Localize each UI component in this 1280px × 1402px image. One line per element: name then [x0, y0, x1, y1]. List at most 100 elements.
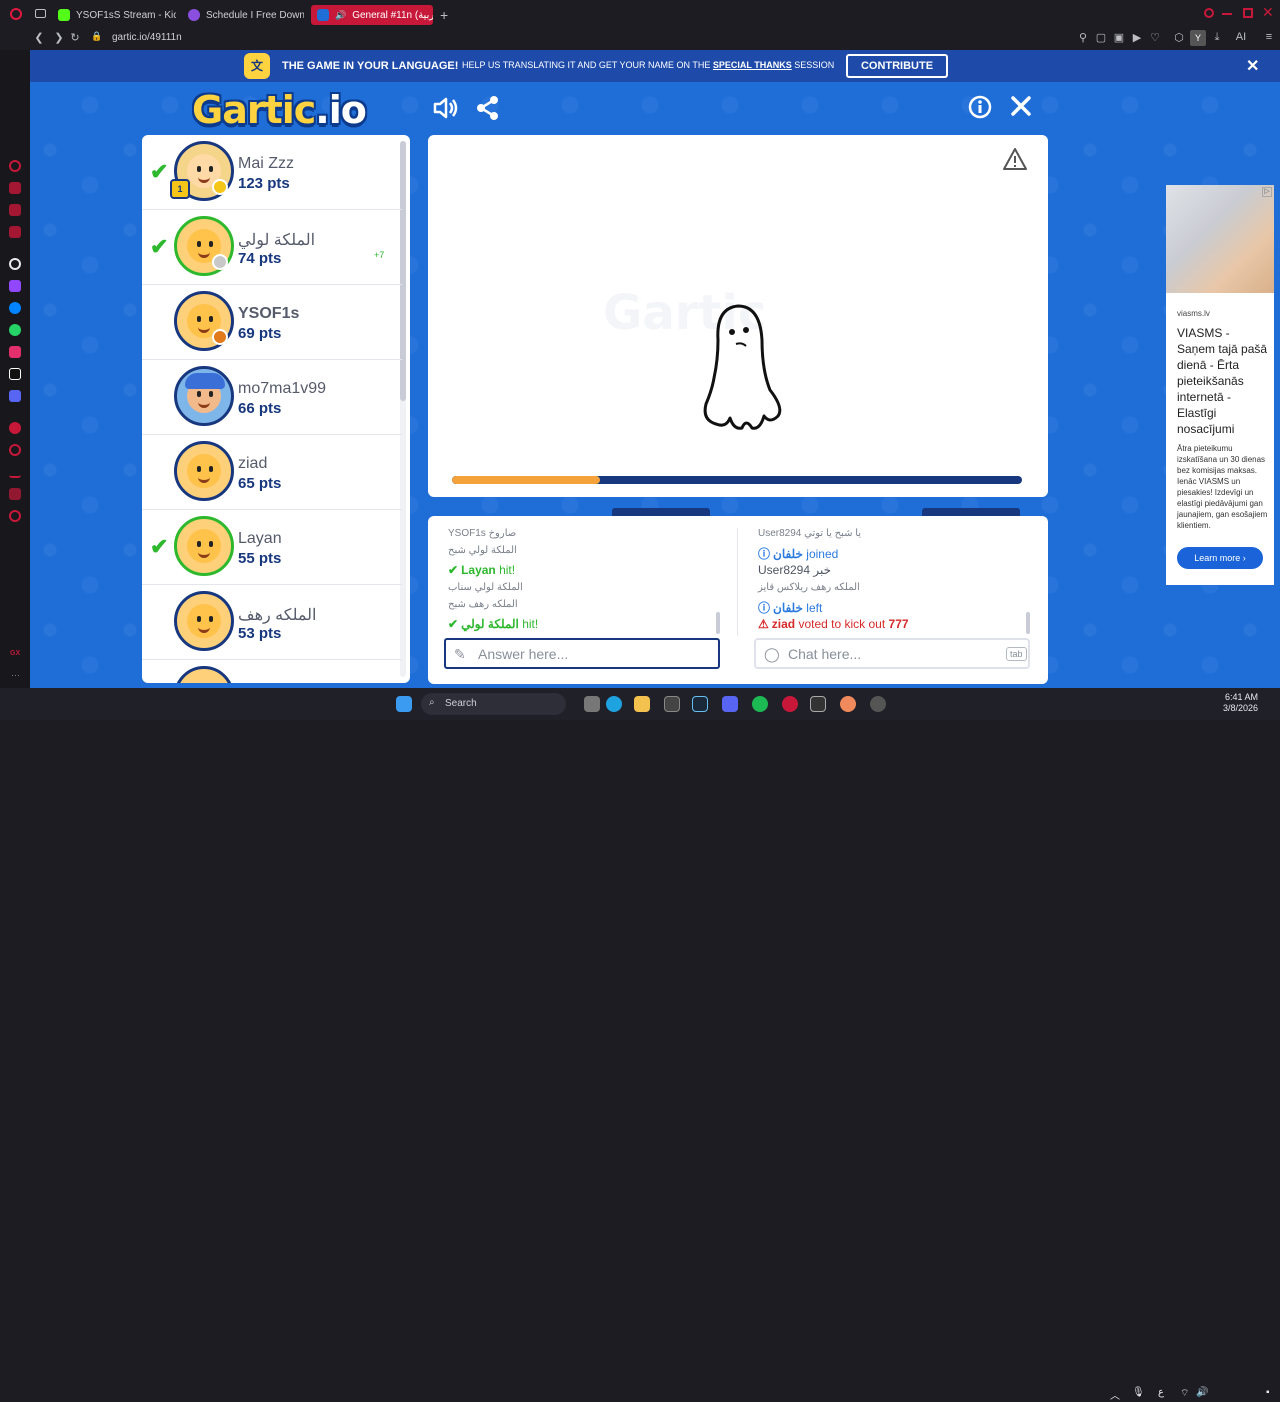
messenger-icon[interactable] [9, 302, 21, 314]
tab-schedule[interactable]: Schedule I Free Download [188, 6, 304, 24]
language-indicator[interactable]: ع [1158, 1387, 1164, 1398]
browser-tab-bar: YSOF1sS Stream - Kick Da Schedule I Free… [0, 0, 1280, 28]
snapshot-icon[interactable]: ▢ [1094, 31, 1108, 44]
special-thanks-link[interactable]: SPECIAL THANKS [713, 60, 792, 70]
profile-icon[interactable]: Y [1190, 30, 1206, 46]
obs-icon[interactable] [870, 696, 886, 712]
player-row[interactable]: ziad 65 pts [142, 435, 402, 510]
gx-corner-icon[interactable] [9, 204, 21, 216]
close-window-icon[interactable]: ✕ [1262, 4, 1274, 21]
chatgpt-icon[interactable] [9, 258, 21, 270]
download-icon[interactable]: ⤓ [1210, 31, 1224, 44]
contribute-button[interactable]: CONTRIBUTE [846, 54, 948, 78]
whatsapp-icon[interactable] [9, 324, 21, 336]
players-list: ✔ 1 Mai Zzz 123 pts ✔ الملكة لولي 74 pts… [142, 135, 410, 683]
maximize-icon[interactable] [1243, 8, 1253, 18]
chat-scroll-thumb[interactable] [1026, 612, 1030, 634]
back-icon[interactable]: ❮ [32, 31, 46, 44]
forward-icon[interactable]: ❯ [52, 31, 66, 44]
spotify-icon[interactable] [752, 696, 768, 712]
player-row-partial[interactable] [142, 660, 402, 683]
gx-control-icon[interactable] [9, 182, 21, 194]
extensions-sidebar-icon[interactable] [9, 488, 21, 500]
player-row[interactable]: الملكه رهف 53 pts [142, 585, 402, 660]
discord-taskbar-icon[interactable] [722, 696, 738, 712]
gartic-game: 文 THE GAME IN YOUR LANGUAGE! HELP US TRA… [30, 50, 1280, 688]
mic-icon[interactable]: 🎙 [1132, 1387, 1145, 1398]
side-ad[interactable]: ▷ viasms.lv VIASMS - Saņem tajā pašā die… [1166, 185, 1274, 585]
workspace-icon[interactable] [35, 9, 46, 18]
opera-logo-icon[interactable] [10, 8, 22, 20]
avatar [174, 366, 234, 426]
banner-close-icon[interactable]: ✕ [1246, 56, 1259, 76]
start-icon[interactable] [396, 696, 412, 712]
opera-gx-taskbar-icon[interactable] [782, 696, 798, 712]
pin-icon[interactable]: ⚲ [1076, 31, 1090, 44]
system-clock[interactable]: 6:41 AM 3/8/2026 [1218, 692, 1258, 714]
clock-time: 6:41 AM [1224, 692, 1258, 702]
task-view-icon[interactable] [584, 696, 600, 712]
player-row[interactable]: mo7ma1v99 66 pts [142, 360, 402, 435]
ad-title[interactable]: VIASMS - Saņem tajā pašā dienā - Ērta pi… [1177, 325, 1269, 437]
warning-icon: ⚠ [758, 617, 769, 631]
heart-icon[interactable]: ♡ [1148, 31, 1162, 44]
drawing-canvas[interactable]: Gartic [428, 135, 1048, 497]
tab-kick[interactable]: YSOF1sS Stream - Kick Da [58, 6, 176, 24]
report-warning-icon[interactable] [1002, 147, 1028, 171]
share-icon[interactable] [476, 95, 500, 121]
discord-icon[interactable] [9, 390, 21, 402]
player-row[interactable]: YSOF1s 69 pts [142, 285, 402, 360]
twitch-icon[interactable] [9, 280, 21, 292]
chat-warning-line: ⚠ ziad voted to kick out 777 [758, 617, 909, 631]
tiktok-icon[interactable] [9, 368, 21, 380]
history-icon[interactable] [9, 444, 21, 456]
chat-status: left [806, 601, 823, 615]
tab-gartic-active[interactable]: 🔊 General #11n (العربية) - [311, 5, 433, 25]
chat-input[interactable]: ◯ Chat here... tab [754, 638, 1030, 669]
info-icon[interactable] [968, 95, 992, 119]
exit-icon[interactable] [1010, 95, 1032, 117]
answer-input[interactable]: ✎ Answer here... [444, 638, 720, 669]
gx-news-icon[interactable] [9, 226, 21, 238]
player-row[interactable]: ✔ 1 Mai Zzz 123 pts [142, 135, 402, 210]
tray-chevron-icon[interactable]: ︿ [1110, 1387, 1120, 1402]
minimize-icon[interactable] [1222, 13, 1232, 15]
instagram-icon[interactable] [9, 346, 21, 358]
url-field[interactable]: gartic.io/49111n [112, 32, 182, 43]
music-player-icon[interactable] [9, 422, 21, 434]
app-icon[interactable] [840, 696, 856, 712]
player-row[interactable]: ✔ الملكة لولي 74 pts +7 [142, 210, 402, 285]
player-row[interactable]: ✔ Layan 55 pts [142, 510, 402, 585]
avatar-eye [197, 166, 201, 172]
volume-icon[interactable]: 🔊 [1196, 1387, 1208, 1398]
check-icon: ✔ [150, 159, 169, 184]
search-label: Search [445, 698, 477, 709]
answers-scroll-thumb[interactable] [716, 612, 720, 634]
ai-icon[interactable]: AI [1230, 31, 1252, 43]
extensions-icon[interactable]: ⬡ [1172, 31, 1186, 44]
notification-icon[interactable]: ▪ [1266, 1387, 1270, 1398]
new-tab-plus-icon[interactable]: + [440, 7, 448, 23]
tab-label: YSOF1sS Stream - Kick Da [76, 9, 176, 21]
wifi-icon[interactable]: ⌔ [1180, 1387, 1189, 1400]
ad-learn-more-button[interactable]: Learn more › [1177, 547, 1263, 569]
ad-image[interactable] [1166, 185, 1274, 293]
sound-icon[interactable] [432, 95, 460, 121]
downloads-icon[interactable] [9, 466, 21, 478]
menu-icon[interactable]: ≡ [1262, 31, 1276, 43]
steam-icon[interactable] [692, 696, 708, 712]
speed-dial-icon[interactable] [9, 160, 21, 172]
epic-games-icon[interactable] [810, 696, 826, 712]
file-explorer-icon[interactable] [634, 696, 650, 712]
more-icon[interactable]: ··· [11, 670, 20, 680]
settings-icon[interactable] [9, 510, 21, 522]
chat-bubble-icon: ◯ [764, 646, 780, 662]
player-icon[interactable]: ▶ [1130, 31, 1144, 44]
tab-island-icon[interactable]: ▣ [1112, 31, 1126, 44]
taskbar-search[interactable]: ⌕ Search [421, 693, 566, 715]
store-icon[interactable] [664, 696, 680, 712]
ad-close-icon[interactable]: ▷ [1262, 187, 1272, 197]
reload-icon[interactable]: ↻ [68, 31, 82, 44]
search-tabs-icon[interactable] [1204, 8, 1214, 18]
edge-icon[interactable] [606, 696, 622, 712]
